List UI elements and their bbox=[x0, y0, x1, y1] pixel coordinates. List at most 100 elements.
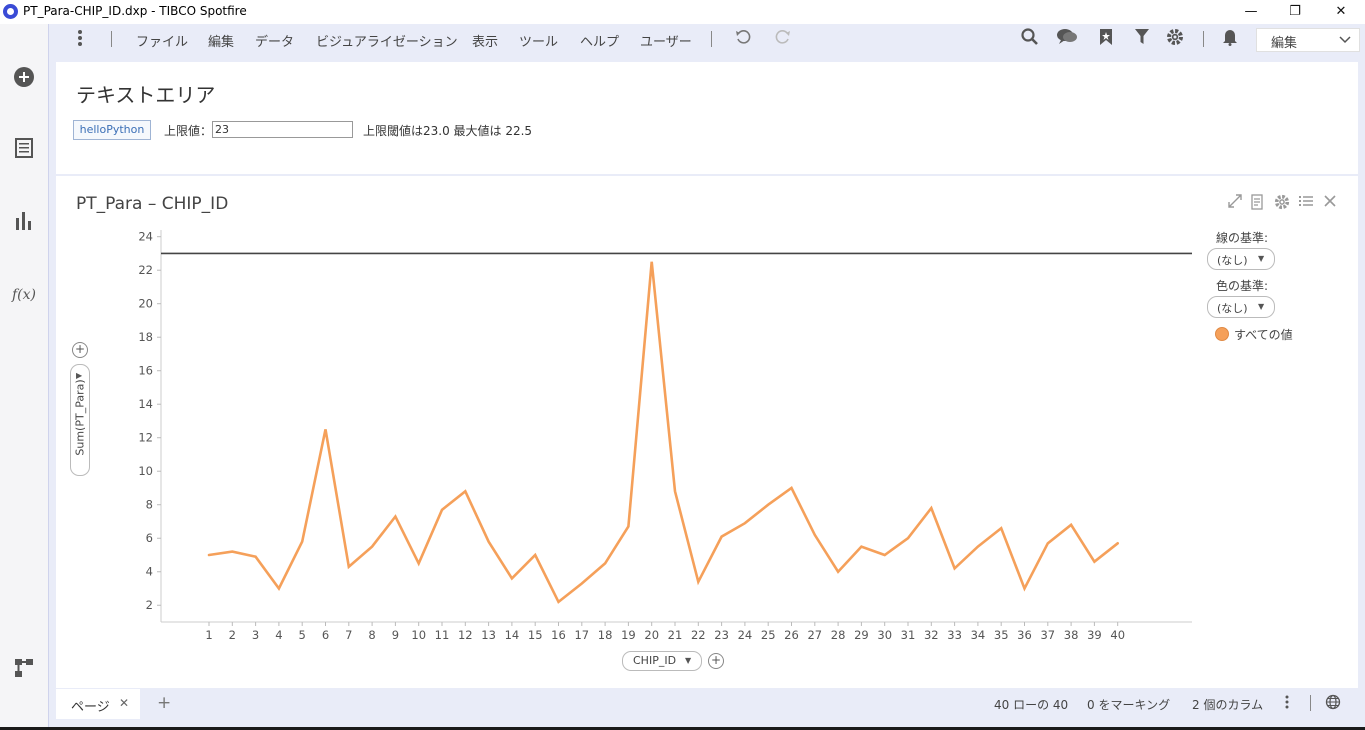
line-chart[interactable]: 246810121416182022241 2 3 4 5 6 7 8 9 10 11 12 13 14 1… bbox=[0, 0, 1365, 730]
x-tick-label: 22 bbox=[691, 628, 706, 642]
color-by-select[interactable]: (なし) ▼ bbox=[1207, 296, 1275, 318]
x-tick-label: 14 bbox=[505, 628, 520, 642]
marking-count: 0 をマーキング bbox=[1087, 698, 1171, 712]
data-point[interactable] bbox=[415, 559, 423, 567]
y-tick-label: 18 bbox=[138, 330, 153, 344]
data-point[interactable] bbox=[974, 543, 982, 551]
data-point[interactable] bbox=[904, 534, 912, 542]
data-point[interactable] bbox=[531, 551, 539, 559]
y-tick-label: 14 bbox=[138, 397, 153, 411]
data-point[interactable] bbox=[694, 578, 702, 586]
data-point[interactable] bbox=[345, 563, 353, 571]
data-point[interactable] bbox=[927, 504, 935, 512]
y-axis-label: Sum(PT_Para) bbox=[73, 379, 87, 456]
data-point[interactable] bbox=[834, 568, 842, 576]
data-point[interactable] bbox=[624, 523, 632, 531]
x-tick-label: 8 bbox=[368, 628, 375, 642]
close-page-icon[interactable]: ✕ bbox=[119, 696, 129, 710]
data-point[interactable] bbox=[578, 579, 586, 587]
status-more-icon[interactable] bbox=[1276, 694, 1298, 714]
x-tick-label: 11 bbox=[435, 628, 450, 642]
legend-item-all-values[interactable]: すべての値 bbox=[1234, 326, 1293, 343]
data-point[interactable] bbox=[1114, 539, 1122, 547]
add-y-axis-icon[interactable]: + bbox=[72, 342, 88, 358]
data-point[interactable] bbox=[485, 538, 493, 546]
x-tick-label: 34 bbox=[971, 628, 986, 642]
series-line[interactable] bbox=[207, 261, 1119, 604]
y-tick-label: 6 bbox=[146, 531, 153, 545]
data-point[interactable] bbox=[718, 533, 726, 541]
data-point[interactable] bbox=[252, 553, 260, 561]
data-point[interactable] bbox=[391, 512, 399, 520]
x-tick-label: 20 bbox=[644, 628, 659, 642]
legend-color-swatch[interactable] bbox=[1215, 327, 1229, 341]
x-tick-label: 16 bbox=[551, 628, 566, 642]
x-tick-label: 6 bbox=[322, 628, 329, 642]
data-point[interactable] bbox=[764, 501, 772, 509]
data-point[interactable] bbox=[857, 543, 865, 551]
add-x-axis-icon[interactable]: + bbox=[708, 653, 724, 669]
x-axis-label: CHIP_ID bbox=[633, 654, 677, 667]
data-point[interactable] bbox=[555, 598, 563, 606]
data-point[interactable] bbox=[788, 484, 796, 492]
x-tick-label: 37 bbox=[1040, 628, 1055, 642]
data-point[interactable] bbox=[671, 487, 679, 495]
data-point[interactable] bbox=[205, 551, 213, 559]
data-point[interactable] bbox=[275, 584, 283, 592]
x-tick-label: 12 bbox=[458, 628, 473, 642]
data-point[interactable] bbox=[997, 524, 1005, 532]
x-tick-label: 17 bbox=[574, 628, 589, 642]
data-point[interactable] bbox=[1090, 558, 1098, 566]
data-point[interactable] bbox=[1044, 539, 1052, 547]
data-point[interactable] bbox=[298, 538, 306, 546]
data-point[interactable] bbox=[1067, 521, 1075, 529]
x-tick-label: 29 bbox=[854, 628, 869, 642]
x-tick-label: 10 bbox=[411, 628, 426, 642]
x-tick-label: 31 bbox=[901, 628, 916, 642]
data-point[interactable] bbox=[811, 531, 819, 539]
data-point[interactable] bbox=[741, 519, 749, 527]
x-tick-label: 26 bbox=[784, 628, 799, 642]
x-axis-dropdown-icon: ▼ bbox=[685, 656, 692, 665]
data-point[interactable] bbox=[461, 487, 469, 495]
data-point[interactable] bbox=[648, 258, 656, 266]
data-point[interactable] bbox=[438, 506, 446, 514]
y-tick-label: 22 bbox=[138, 263, 153, 277]
x-tick-label: 24 bbox=[738, 628, 753, 642]
x-tick-label: 27 bbox=[807, 628, 822, 642]
x-tick-label: 5 bbox=[299, 628, 306, 642]
data-point[interactable] bbox=[1021, 584, 1029, 592]
data-point[interactable] bbox=[322, 425, 330, 433]
y-tick-label: 20 bbox=[138, 297, 153, 311]
globe-icon[interactable] bbox=[1322, 694, 1344, 714]
data-point[interactable] bbox=[368, 543, 376, 551]
x-tick-label: 30 bbox=[877, 628, 892, 642]
line-by-select[interactable]: (なし) ▼ bbox=[1207, 248, 1275, 270]
x-axis-selector[interactable]: CHIP_ID ▼ bbox=[622, 651, 702, 671]
y-axis-selector[interactable]: ▶ Sum(PT_Para) bbox=[70, 364, 90, 476]
line-by-label: 線の基準: bbox=[1216, 231, 1269, 245]
data-point[interactable] bbox=[951, 564, 959, 572]
x-tick-label: 21 bbox=[668, 628, 683, 642]
x-tick-label: 40 bbox=[1110, 628, 1125, 642]
data-point[interactable] bbox=[508, 574, 516, 582]
data-point[interactable] bbox=[228, 548, 236, 556]
x-tick-label: 13 bbox=[481, 628, 496, 642]
add-page-button[interactable]: + bbox=[157, 693, 171, 713]
status-separator bbox=[1310, 695, 1311, 711]
y-tick-label: 10 bbox=[138, 464, 153, 478]
x-tick-label: 38 bbox=[1064, 628, 1079, 642]
color-by-label: 色の基準: bbox=[1216, 279, 1269, 293]
data-point[interactable] bbox=[601, 559, 609, 567]
y-tick-label: 2 bbox=[146, 598, 153, 612]
color-by-value: (なし) bbox=[1217, 302, 1248, 315]
x-tick-label: 32 bbox=[924, 628, 939, 642]
data-point[interactable] bbox=[881, 551, 889, 559]
y-tick-label: 12 bbox=[138, 431, 153, 445]
page-tab[interactable]: ページ ✕ bbox=[56, 689, 140, 719]
y-tick-label: 4 bbox=[146, 565, 153, 579]
x-tick-label: 23 bbox=[714, 628, 729, 642]
x-tick-label: 4 bbox=[275, 628, 282, 642]
x-tick-label: 19 bbox=[621, 628, 636, 642]
y-tick-label: 16 bbox=[138, 364, 153, 378]
